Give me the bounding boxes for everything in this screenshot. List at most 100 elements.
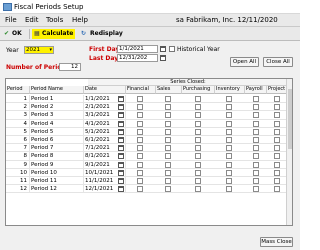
open-all-button[interactable]: Open All bbox=[230, 57, 259, 67]
table-row[interactable]: 12 Period 12 12/1/2021 bbox=[6, 185, 288, 194]
table-row[interactable]: 3 Period 3 3/1/2021 bbox=[6, 111, 288, 120]
table-row[interactable]: 10 Period 10 10/1/2021 bbox=[6, 168, 288, 177]
period-cell[interactable]: 6 bbox=[6, 136, 30, 144]
series-closed-checkbox[interactable] bbox=[165, 186, 171, 193]
table-row[interactable]: 4 Period 4 4/1/2021 bbox=[6, 119, 288, 128]
calendar-icon[interactable] bbox=[160, 46, 166, 52]
series-closed-checkbox[interactable] bbox=[195, 137, 201, 143]
series-closed-checkbox[interactable] bbox=[137, 169, 143, 176]
series-closed-checkbox[interactable] bbox=[165, 120, 171, 127]
first-day-field[interactable]: 1/1/2021 bbox=[117, 45, 158, 53]
number-of-periods-field[interactable]: 12 bbox=[59, 63, 81, 71]
period-name-cell[interactable]: Period 10 bbox=[30, 168, 84, 177]
series-closed-checkbox[interactable] bbox=[137, 120, 143, 127]
series-closed-checkbox[interactable] bbox=[195, 161, 201, 168]
series-closed-checkbox[interactable] bbox=[274, 120, 280, 127]
series-closed-checkbox[interactable] bbox=[195, 169, 201, 176]
period-cell[interactable]: 8 bbox=[6, 152, 30, 161]
series-closed-checkbox[interactable] bbox=[274, 137, 280, 143]
series-closed-checkbox[interactable] bbox=[253, 153, 259, 160]
period-name-cell[interactable]: Period 6 bbox=[30, 136, 84, 144]
series-closed-checkbox[interactable] bbox=[137, 112, 143, 119]
last-day-field[interactable]: 12/31/202 bbox=[117, 54, 158, 62]
mass-close-button[interactable]: Mass Close bbox=[260, 237, 293, 247]
series-closed-checkbox[interactable] bbox=[195, 128, 201, 135]
series-closed-checkbox[interactable] bbox=[165, 169, 171, 176]
calendar-icon[interactable] bbox=[118, 169, 124, 176]
series-closed-checkbox[interactable] bbox=[137, 104, 143, 111]
series-closed-checkbox[interactable] bbox=[253, 161, 259, 168]
series-closed-checkbox[interactable] bbox=[137, 153, 143, 160]
series-closed-checkbox[interactable] bbox=[226, 186, 232, 193]
period-cell[interactable]: 7 bbox=[6, 144, 30, 153]
period-name-cell[interactable]: Period 4 bbox=[30, 119, 84, 128]
series-closed-checkbox[interactable] bbox=[226, 145, 232, 152]
table-row[interactable]: 6 Period 6 6/1/2021 bbox=[6, 136, 288, 145]
calendar-icon[interactable] bbox=[118, 145, 124, 152]
period-name-cell[interactable]: Period 11 bbox=[30, 177, 84, 185]
period-name-cell[interactable]: Period 12 bbox=[30, 185, 84, 194]
table-row[interactable]: 7 Period 7 7/1/2021 bbox=[6, 144, 288, 153]
table-row[interactable]: 9 Period 9 9/1/2021 bbox=[6, 160, 288, 169]
series-closed-checkbox[interactable] bbox=[195, 120, 201, 127]
period-name-cell[interactable]: Period 1 bbox=[30, 95, 84, 103]
series-closed-checkbox[interactable] bbox=[165, 145, 171, 152]
series-closed-checkbox[interactable] bbox=[137, 128, 143, 135]
calendar-icon[interactable] bbox=[160, 55, 166, 61]
series-closed-checkbox[interactable] bbox=[195, 96, 201, 102]
ok-button[interactable]: OK bbox=[12, 29, 22, 39]
table-row[interactable]: 8 Period 8 8/1/2021 bbox=[6, 152, 288, 161]
period-name-cell[interactable]: Period 9 bbox=[30, 160, 84, 169]
period-name-cell[interactable]: Period 2 bbox=[30, 103, 84, 112]
period-name-cell[interactable]: Period 7 bbox=[30, 144, 84, 153]
series-closed-checkbox[interactable] bbox=[165, 137, 171, 143]
period-cell[interactable]: 3 bbox=[6, 111, 30, 120]
series-closed-checkbox[interactable] bbox=[253, 145, 259, 152]
series-closed-checkbox[interactable] bbox=[226, 128, 232, 135]
menu-tools[interactable]: Tools bbox=[46, 16, 63, 24]
calendar-icon[interactable] bbox=[118, 178, 124, 184]
series-closed-checkbox[interactable] bbox=[165, 153, 171, 160]
calendar-icon[interactable] bbox=[118, 161, 124, 168]
series-closed-checkbox[interactable] bbox=[165, 104, 171, 111]
calendar-icon[interactable] bbox=[118, 128, 124, 135]
series-closed-checkbox[interactable] bbox=[195, 104, 201, 111]
calendar-icon[interactable] bbox=[118, 104, 124, 111]
year-select[interactable]: 2021 ▾ bbox=[24, 46, 54, 54]
series-closed-checkbox[interactable] bbox=[195, 145, 201, 152]
series-closed-checkbox[interactable] bbox=[226, 161, 232, 168]
calendar-icon[interactable] bbox=[118, 112, 124, 119]
menu-file[interactable]: File bbox=[5, 16, 17, 24]
period-cell[interactable]: 12 bbox=[6, 185, 30, 194]
scrollbar-thumb[interactable] bbox=[288, 89, 292, 149]
calendar-icon[interactable] bbox=[118, 186, 124, 193]
series-closed-checkbox[interactable] bbox=[253, 186, 259, 193]
series-closed-checkbox[interactable] bbox=[274, 186, 280, 193]
series-closed-checkbox[interactable] bbox=[137, 137, 143, 143]
period-name-cell[interactable]: Period 8 bbox=[30, 152, 84, 161]
series-closed-checkbox[interactable] bbox=[195, 153, 201, 160]
series-closed-checkbox[interactable] bbox=[226, 169, 232, 176]
series-closed-checkbox[interactable] bbox=[253, 137, 259, 143]
series-closed-checkbox[interactable] bbox=[274, 112, 280, 119]
calendar-icon[interactable] bbox=[118, 153, 124, 160]
series-closed-checkbox[interactable] bbox=[137, 178, 143, 184]
series-closed-checkbox[interactable] bbox=[165, 161, 171, 168]
series-closed-checkbox[interactable] bbox=[137, 96, 143, 102]
series-closed-checkbox[interactable] bbox=[253, 112, 259, 119]
series-closed-checkbox[interactable] bbox=[165, 96, 171, 102]
series-closed-checkbox[interactable] bbox=[274, 161, 280, 168]
historical-year-checkbox[interactable] bbox=[169, 46, 175, 52]
series-closed-checkbox[interactable] bbox=[253, 104, 259, 111]
series-closed-checkbox[interactable] bbox=[274, 96, 280, 102]
series-closed-checkbox[interactable] bbox=[226, 153, 232, 160]
series-closed-checkbox[interactable] bbox=[226, 178, 232, 184]
series-closed-checkbox[interactable] bbox=[274, 145, 280, 152]
vertical-scrollbar[interactable] bbox=[286, 79, 292, 225]
series-closed-checkbox[interactable] bbox=[226, 137, 232, 143]
calendar-icon[interactable] bbox=[118, 120, 124, 127]
series-closed-checkbox[interactable] bbox=[274, 169, 280, 176]
series-closed-checkbox[interactable] bbox=[226, 104, 232, 111]
period-name-cell[interactable]: Period 5 bbox=[30, 127, 84, 136]
series-closed-checkbox[interactable] bbox=[253, 96, 259, 102]
